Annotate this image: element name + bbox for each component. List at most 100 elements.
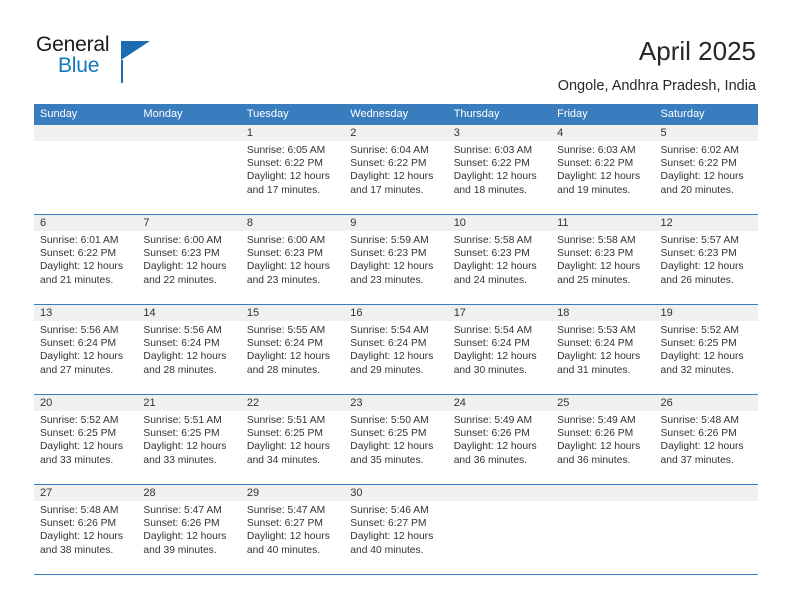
day-cell[interactable]	[448, 485, 551, 574]
sunrise-text: Sunrise: 5:47 AM	[246, 505, 326, 516]
day-cell[interactable]	[551, 485, 654, 574]
sunrise-text: Sunrise: 5:49 AM	[453, 415, 533, 426]
day-cell[interactable]: 10 Sunrise: 5:58 AM Sunset: 6:23 PM Dayl…	[448, 215, 551, 304]
day-number: 20	[40, 397, 53, 409]
day-cell[interactable]: 17 Sunrise: 5:54 AM Sunset: 6:24 PM Dayl…	[448, 305, 551, 394]
day-cell[interactable]	[137, 125, 240, 214]
day-number: 4	[557, 127, 564, 139]
daylight-text-line1: Daylight: 12 hours	[557, 351, 641, 363]
day-number: 21	[143, 397, 156, 409]
weekday-header-row: Sunday Monday Tuesday Wednesday Thursday…	[34, 104, 758, 124]
sunset-text: Sunset: 6:23 PM	[143, 248, 220, 260]
sunrise-text: Sunrise: 6:02 AM	[660, 145, 739, 156]
daylight-text-line2: and 33 minutes.	[40, 454, 114, 466]
daylight-text-line2: and 40 minutes.	[350, 544, 424, 556]
sunrise-text: Sunrise: 5:47 AM	[143, 505, 222, 516]
weekday-header-saturday: Saturday	[660, 108, 705, 120]
day-number: 1	[246, 127, 253, 139]
day-cell[interactable]: 18 Sunrise: 5:53 AM Sunset: 6:24 PM Dayl…	[551, 305, 654, 394]
sunset-text: Sunset: 6:24 PM	[557, 338, 634, 350]
day-number: 13	[40, 307, 53, 319]
day-cell[interactable]: 15 Sunrise: 5:55 AM Sunset: 6:24 PM Dayl…	[241, 305, 344, 394]
day-cell[interactable]: 14 Sunrise: 5:56 AM Sunset: 6:24 PM Dayl…	[137, 305, 240, 394]
day-cell[interactable]: 27 Sunrise: 5:48 AM Sunset: 6:26 PM Dayl…	[34, 485, 137, 574]
sunset-text: Sunset: 6:24 PM	[40, 338, 117, 350]
day-cell[interactable]: 1 Sunrise: 6:05 AM Sunset: 6:22 PM Dayli…	[241, 125, 344, 214]
daylight-text-line1: Daylight: 12 hours	[660, 171, 744, 183]
sunset-text: Sunset: 6:23 PM	[557, 248, 634, 260]
daylight-text-line2: and 17 minutes.	[350, 184, 424, 196]
day-cell[interactable]: 11 Sunrise: 5:58 AM Sunset: 6:23 PM Dayl…	[551, 215, 654, 304]
day-cell[interactable]: 3 Sunrise: 6:03 AM Sunset: 6:22 PM Dayli…	[448, 125, 551, 214]
daylight-text-line1: Daylight: 12 hours	[660, 351, 744, 363]
sunset-text: Sunset: 6:24 PM	[246, 338, 323, 350]
daylight-text-line1: Daylight: 12 hours	[557, 171, 641, 183]
daylight-text-line2: and 28 minutes.	[143, 364, 217, 376]
day-cell[interactable]: 19 Sunrise: 5:52 AM Sunset: 6:25 PM Dayl…	[655, 305, 758, 394]
day-cell[interactable]	[34, 125, 137, 214]
day-cell[interactable]: 23 Sunrise: 5:50 AM Sunset: 6:25 PM Dayl…	[344, 395, 447, 484]
day-cell[interactable]: 25 Sunrise: 5:49 AM Sunset: 6:26 PM Dayl…	[551, 395, 654, 484]
daylight-text-line2: and 23 minutes.	[246, 274, 321, 286]
day-details	[448, 501, 551, 504]
day-cell[interactable]: 24 Sunrise: 5:49 AM Sunset: 6:26 PM Dayl…	[448, 395, 551, 484]
day-number: 5	[660, 127, 667, 139]
day-cell[interactable]: 28 Sunrise: 5:47 AM Sunset: 6:26 PM Dayl…	[137, 485, 240, 574]
day-cell[interactable]: 13 Sunrise: 5:56 AM Sunset: 6:24 PM Dayl…	[34, 305, 137, 394]
daylight-text-line1: Daylight: 12 hours	[246, 441, 330, 453]
sunset-text: Sunset: 6:26 PM	[143, 518, 220, 530]
daylight-text-line1: Daylight: 12 hours	[350, 261, 434, 273]
day-details: Sunrise: 5:47 AM Sunset: 6:26 PM Dayligh…	[137, 501, 240, 557]
day-cell[interactable]: 29 Sunrise: 5:47 AM Sunset: 6:27 PM Dayl…	[241, 485, 344, 574]
sunset-text: Sunset: 6:25 PM	[246, 428, 323, 440]
generalblue-logo[interactable]: General Blue	[36, 33, 186, 85]
day-details: Sunrise: 6:02 AM Sunset: 6:22 PM Dayligh…	[655, 141, 758, 197]
day-cell[interactable]: 30 Sunrise: 5:46 AM Sunset: 6:27 PM Dayl…	[344, 485, 447, 574]
day-cell[interactable]: 5 Sunrise: 6:02 AM Sunset: 6:22 PM Dayli…	[655, 125, 758, 214]
day-details: Sunrise: 5:49 AM Sunset: 6:26 PM Dayligh…	[551, 411, 654, 467]
day-cell[interactable]: 21 Sunrise: 5:51 AM Sunset: 6:25 PM Dayl…	[137, 395, 240, 484]
day-cell[interactable]: 8 Sunrise: 6:00 AM Sunset: 6:23 PM Dayli…	[241, 215, 344, 304]
day-number: 2	[350, 127, 357, 139]
sunrise-text: Sunrise: 6:03 AM	[557, 145, 636, 156]
day-details: Sunrise: 5:52 AM Sunset: 6:25 PM Dayligh…	[655, 321, 758, 377]
sunrise-text: Sunrise: 5:48 AM	[660, 415, 739, 426]
day-details: Sunrise: 6:00 AM Sunset: 6:23 PM Dayligh…	[241, 231, 344, 287]
sunset-text: Sunset: 6:27 PM	[350, 518, 427, 530]
day-cell[interactable]: 4 Sunrise: 6:03 AM Sunset: 6:22 PM Dayli…	[551, 125, 654, 214]
sunrise-text: Sunrise: 5:56 AM	[40, 325, 119, 336]
day-number: 29	[246, 487, 260, 499]
calendar-week-row: 20 Sunrise: 5:52 AM Sunset: 6:25 PM Dayl…	[34, 394, 758, 484]
sunset-text: Sunset: 6:24 PM	[350, 338, 427, 350]
sunset-text: Sunset: 6:22 PM	[557, 158, 634, 170]
daylight-text-line2: and 36 minutes.	[453, 454, 527, 466]
day-cell[interactable]: 20 Sunrise: 5:52 AM Sunset: 6:25 PM Dayl…	[34, 395, 137, 484]
day-details: Sunrise: 5:57 AM Sunset: 6:23 PM Dayligh…	[655, 231, 758, 287]
day-details: Sunrise: 5:47 AM Sunset: 6:27 PM Dayligh…	[241, 501, 344, 557]
daylight-text-line2: and 34 minutes.	[246, 454, 321, 466]
day-cell[interactable]: 7 Sunrise: 6:00 AM Sunset: 6:23 PM Dayli…	[137, 215, 240, 304]
day-cell[interactable]	[655, 485, 758, 574]
day-cell[interactable]: 22 Sunrise: 5:51 AM Sunset: 6:25 PM Dayl…	[241, 395, 344, 484]
day-cell[interactable]: 6 Sunrise: 6:01 AM Sunset: 6:22 PM Dayli…	[34, 215, 137, 304]
daylight-text-line2: and 21 minutes.	[40, 274, 114, 286]
sunset-text: Sunset: 6:26 PM	[40, 518, 117, 530]
day-number: 17	[453, 307, 466, 319]
day-cell[interactable]: 9 Sunrise: 5:59 AM Sunset: 6:23 PM Dayli…	[344, 215, 447, 304]
sunset-text: Sunset: 6:23 PM	[246, 248, 323, 260]
day-number: 9	[350, 217, 357, 229]
day-number: 19	[660, 307, 673, 319]
daylight-text-line1: Daylight: 12 hours	[660, 261, 744, 273]
day-cell[interactable]: 26 Sunrise: 5:48 AM Sunset: 6:26 PM Dayl…	[655, 395, 758, 484]
day-cell[interactable]: 16 Sunrise: 5:54 AM Sunset: 6:24 PM Dayl…	[344, 305, 447, 394]
day-cell[interactable]: 12 Sunrise: 5:57 AM Sunset: 6:23 PM Dayl…	[655, 215, 758, 304]
daylight-text-line1: Daylight: 12 hours	[350, 171, 434, 183]
daylight-text-line1: Daylight: 12 hours	[143, 441, 227, 453]
daylight-text-line2: and 38 minutes.	[40, 544, 114, 556]
page-title: April 2025	[638, 36, 756, 66]
day-cell[interactable]: 2 Sunrise: 6:04 AM Sunset: 6:22 PM Dayli…	[344, 125, 447, 214]
page-subtitle: Ongole, Andhra Pradesh, India	[557, 78, 756, 94]
daylight-text-line2: and 18 minutes.	[453, 184, 527, 196]
daylight-text-line1: Daylight: 12 hours	[453, 351, 537, 363]
daylight-text-line2: and 26 minutes.	[660, 274, 734, 286]
